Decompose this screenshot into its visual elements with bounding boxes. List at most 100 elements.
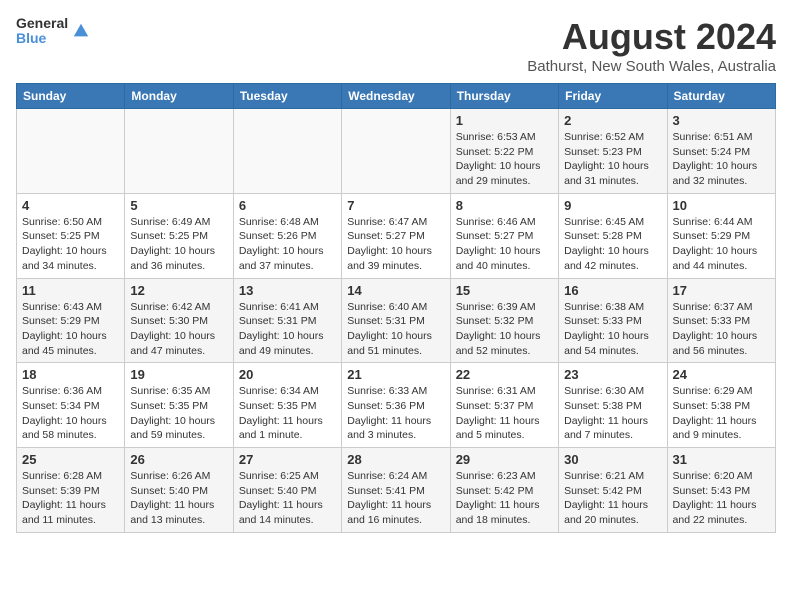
logo: General Blue xyxy=(16,16,90,47)
day-number: 21 xyxy=(347,367,444,382)
calendar-cell: 28 Sunrise: 6:24 AM Sunset: 5:41 PM Dayli… xyxy=(342,448,450,533)
day-number: 18 xyxy=(22,367,119,382)
day-number: 28 xyxy=(347,452,444,467)
weekday-header-tuesday: Tuesday xyxy=(233,84,341,109)
day-info: Sunrise: 6:36 AM Sunset: 5:34 PM Dayligh… xyxy=(22,384,119,443)
calendar-cell: 29 Sunrise: 6:23 AM Sunset: 5:42 PM Dayli… xyxy=(450,448,558,533)
day-info: Sunrise: 6:28 AM Sunset: 5:39 PM Dayligh… xyxy=(22,469,119,528)
day-number: 13 xyxy=(239,283,336,298)
day-info: Sunrise: 6:34 AM Sunset: 5:35 PM Dayligh… xyxy=(239,384,336,443)
logo-icon xyxy=(72,22,90,40)
calendar-cell: 3Sunrise: 6:51 AM Sunset: 5:24 PM Daylig… xyxy=(667,109,775,194)
day-info: Sunrise: 6:41 AM Sunset: 5:31 PM Dayligh… xyxy=(239,300,336,359)
logo-line1: General xyxy=(16,16,68,31)
day-number: 27 xyxy=(239,452,336,467)
calendar-cell: 31 Sunrise: 6:20 AM Sunset: 5:43 PM Dayli… xyxy=(667,448,775,533)
calendar-cell: 9 Sunrise: 6:45 AM Sunset: 5:28 PM Daylig… xyxy=(559,193,667,278)
calendar-cell: 13 Sunrise: 6:41 AM Sunset: 5:31 PM Dayli… xyxy=(233,278,341,363)
logo-line2: Blue xyxy=(16,31,68,46)
day-number: 3 xyxy=(673,113,770,128)
calendar-cell: 17 Sunrise: 6:37 AM Sunset: 5:33 PM Dayli… xyxy=(667,278,775,363)
day-info: Sunrise: 6:39 AM Sunset: 5:32 PM Dayligh… xyxy=(456,300,553,359)
weekday-header-sunday: Sunday xyxy=(17,84,125,109)
day-info: Sunrise: 6:43 AM Sunset: 5:29 PM Dayligh… xyxy=(22,300,119,359)
day-info: Sunrise: 6:20 AM Sunset: 5:43 PM Dayligh… xyxy=(673,469,770,528)
day-number: 31 xyxy=(673,452,770,467)
calendar-cell: 30 Sunrise: 6:21 AM Sunset: 5:42 PM Dayli… xyxy=(559,448,667,533)
calendar-week-row: 11 Sunrise: 6:43 AM Sunset: 5:29 PM Dayli… xyxy=(17,278,776,363)
calendar-cell: 5 Sunrise: 6:49 AM Sunset: 5:25 PM Daylig… xyxy=(125,193,233,278)
day-info: Sunrise: 6:23 AM Sunset: 5:42 PM Dayligh… xyxy=(456,469,553,528)
day-info: Sunrise: 6:48 AM Sunset: 5:26 PM Dayligh… xyxy=(239,215,336,274)
page-header: General Blue August 2024 Bathurst, New S… xyxy=(16,16,776,75)
day-info: Sunrise: 6:46 AM Sunset: 5:27 PM Dayligh… xyxy=(456,215,553,274)
day-number: 23 xyxy=(564,367,661,382)
day-number: 1 xyxy=(456,113,553,128)
day-info: Sunrise: 6:50 AM Sunset: 5:25 PM Dayligh… xyxy=(22,215,119,274)
calendar-cell: 23 Sunrise: 6:30 AM Sunset: 5:38 PM Dayli… xyxy=(559,363,667,448)
day-info: Sunrise: 6:25 AM Sunset: 5:40 PM Dayligh… xyxy=(239,469,336,528)
title-area: August 2024 Bathurst, New South Wales, A… xyxy=(527,16,776,75)
day-info: Sunrise: 6:21 AM Sunset: 5:42 PM Dayligh… xyxy=(564,469,661,528)
calendar-cell: 20 Sunrise: 6:34 AM Sunset: 5:35 PM Dayli… xyxy=(233,363,341,448)
day-number: 29 xyxy=(456,452,553,467)
calendar-cell: 6Sunrise: 6:48 AM Sunset: 5:26 PM Daylig… xyxy=(233,193,341,278)
day-info: Sunrise: 6:45 AM Sunset: 5:28 PM Dayligh… xyxy=(564,215,661,274)
month-title: August 2024 xyxy=(527,16,776,58)
calendar-cell: 1 Sunrise: 6:53 AM Sunset: 5:22 PM Daylig… xyxy=(450,109,558,194)
day-info: Sunrise: 6:53 AM Sunset: 5:22 PM Dayligh… xyxy=(456,130,553,189)
day-info: Sunrise: 6:33 AM Sunset: 5:36 PM Dayligh… xyxy=(347,384,444,443)
day-number: 19 xyxy=(130,367,227,382)
calendar-cell xyxy=(233,109,341,194)
day-info: Sunrise: 6:52 AM Sunset: 5:23 PM Dayligh… xyxy=(564,130,661,189)
calendar-week-row: 4 Sunrise: 6:50 AM Sunset: 5:25 PM Daylig… xyxy=(17,193,776,278)
day-number: 4 xyxy=(22,198,119,213)
weekday-header-wednesday: Wednesday xyxy=(342,84,450,109)
day-number: 22 xyxy=(456,367,553,382)
calendar-header: SundayMondayTuesdayWednesdayThursdayFrid… xyxy=(17,84,776,109)
calendar-cell xyxy=(125,109,233,194)
calendar-week-row: 18 Sunrise: 6:36 AM Sunset: 5:34 PM Dayli… xyxy=(17,363,776,448)
day-number: 25 xyxy=(22,452,119,467)
calendar-cell: 21 Sunrise: 6:33 AM Sunset: 5:36 PM Dayli… xyxy=(342,363,450,448)
calendar-cell: 19Sunrise: 6:35 AM Sunset: 5:35 PM Dayli… xyxy=(125,363,233,448)
calendar-cell xyxy=(17,109,125,194)
day-number: 30 xyxy=(564,452,661,467)
day-info: Sunrise: 6:40 AM Sunset: 5:31 PM Dayligh… xyxy=(347,300,444,359)
day-number: 26 xyxy=(130,452,227,467)
day-number: 14 xyxy=(347,283,444,298)
location-subtitle: Bathurst, New South Wales, Australia xyxy=(527,58,776,75)
day-number: 20 xyxy=(239,367,336,382)
day-number: 17 xyxy=(673,283,770,298)
calendar-table: SundayMondayTuesdayWednesdayThursdayFrid… xyxy=(16,83,776,533)
weekday-header-thursday: Thursday xyxy=(450,84,558,109)
calendar-cell: 7Sunrise: 6:47 AM Sunset: 5:27 PM Daylig… xyxy=(342,193,450,278)
calendar-cell: 10 Sunrise: 6:44 AM Sunset: 5:29 PM Dayli… xyxy=(667,193,775,278)
day-info: Sunrise: 6:26 AM Sunset: 5:40 PM Dayligh… xyxy=(130,469,227,528)
day-info: Sunrise: 6:37 AM Sunset: 5:33 PM Dayligh… xyxy=(673,300,770,359)
calendar-cell: 26 Sunrise: 6:26 AM Sunset: 5:40 PM Dayli… xyxy=(125,448,233,533)
day-number: 10 xyxy=(673,198,770,213)
day-info: Sunrise: 6:49 AM Sunset: 5:25 PM Dayligh… xyxy=(130,215,227,274)
calendar-cell: 18 Sunrise: 6:36 AM Sunset: 5:34 PM Dayli… xyxy=(17,363,125,448)
calendar-cell: 14 Sunrise: 6:40 AM Sunset: 5:31 PM Dayli… xyxy=(342,278,450,363)
day-number: 24 xyxy=(673,367,770,382)
day-number: 15 xyxy=(456,283,553,298)
weekday-header-friday: Friday xyxy=(559,84,667,109)
calendar-week-row: 25 Sunrise: 6:28 AM Sunset: 5:39 PM Dayli… xyxy=(17,448,776,533)
day-info: Sunrise: 6:24 AM Sunset: 5:41 PM Dayligh… xyxy=(347,469,444,528)
day-number: 9 xyxy=(564,198,661,213)
day-info: Sunrise: 6:29 AM Sunset: 5:38 PM Dayligh… xyxy=(673,384,770,443)
day-info: Sunrise: 6:30 AM Sunset: 5:38 PM Dayligh… xyxy=(564,384,661,443)
day-info: Sunrise: 6:44 AM Sunset: 5:29 PM Dayligh… xyxy=(673,215,770,274)
calendar-cell: 24 Sunrise: 6:29 AM Sunset: 5:38 PM Dayli… xyxy=(667,363,775,448)
day-number: 5 xyxy=(130,198,227,213)
calendar-cell xyxy=(342,109,450,194)
day-info: Sunrise: 6:38 AM Sunset: 5:33 PM Dayligh… xyxy=(564,300,661,359)
calendar-cell: 25 Sunrise: 6:28 AM Sunset: 5:39 PM Dayli… xyxy=(17,448,125,533)
weekday-header-monday: Monday xyxy=(125,84,233,109)
calendar-cell: 15 Sunrise: 6:39 AM Sunset: 5:32 PM Dayli… xyxy=(450,278,558,363)
day-number: 11 xyxy=(22,283,119,298)
calendar-cell: 27 Sunrise: 6:25 AM Sunset: 5:40 PM Dayli… xyxy=(233,448,341,533)
calendar-body: 1 Sunrise: 6:53 AM Sunset: 5:22 PM Daylig… xyxy=(17,109,776,533)
